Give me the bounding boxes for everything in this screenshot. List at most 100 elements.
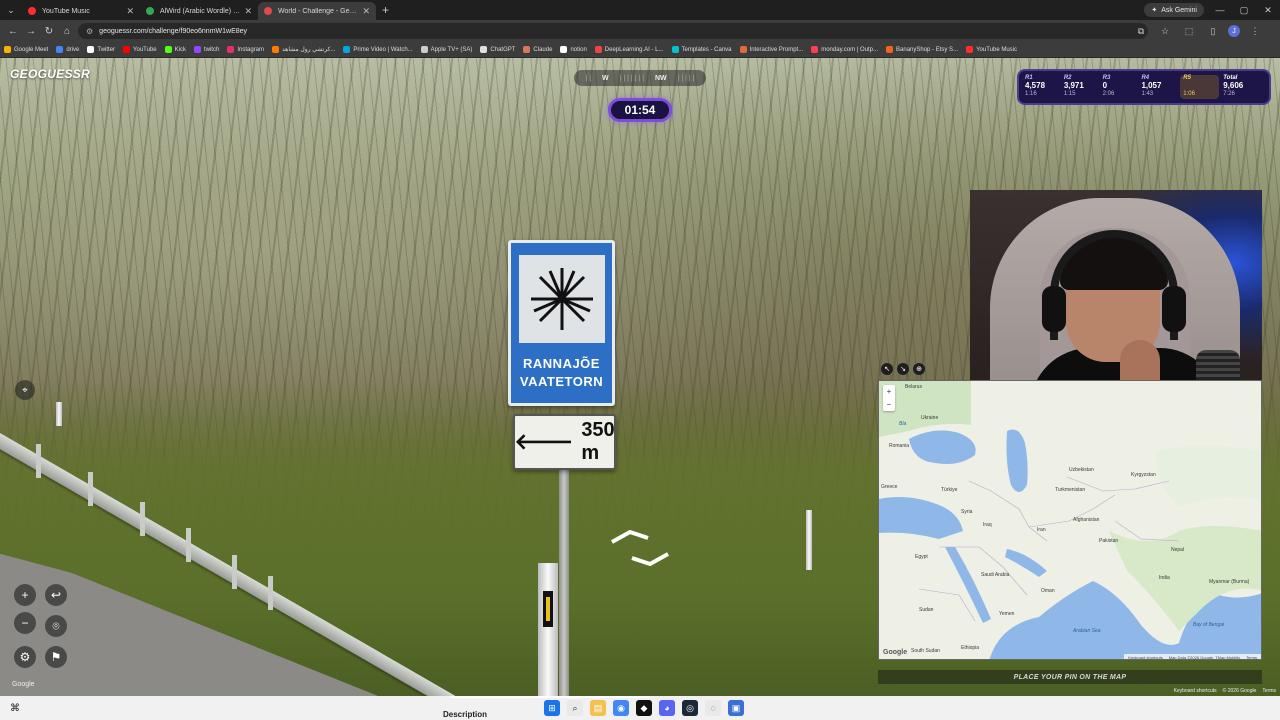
bookmark-label: ChatGPT bbox=[490, 46, 516, 53]
bookmark-item[interactable]: twitch bbox=[193, 46, 219, 53]
tab-close-icon[interactable]: ✕ bbox=[126, 6, 134, 17]
profile-avatar[interactable]: J bbox=[1228, 25, 1240, 37]
install-app-icon[interactable]: ⧉ bbox=[1132, 22, 1150, 40]
bookmark-item[interactable]: Apple TV+ (SA) bbox=[420, 46, 472, 53]
bookmark-item[interactable]: drive bbox=[56, 46, 79, 53]
sidebar-icon[interactable]: ▯ bbox=[1204, 22, 1222, 40]
menu-icon[interactable]: ⋮ bbox=[1246, 22, 1264, 40]
map-country-label: Romania bbox=[889, 443, 910, 449]
bookmark-star-icon[interactable]: ☆ bbox=[1156, 22, 1174, 40]
bookmark-label: Twitter bbox=[97, 46, 116, 53]
tab-favicon-icon bbox=[264, 7, 272, 15]
loading-icon[interactable]: ◌ bbox=[705, 700, 721, 716]
round-time: 2:06 bbox=[1102, 91, 1115, 97]
move-forward-arrow-icon[interactable] bbox=[608, 528, 672, 568]
ask-gemini-button[interactable]: ✦ Ask Gemini bbox=[1144, 3, 1204, 17]
bookmark-item[interactable]: DeepLearning.AI - L... bbox=[594, 46, 664, 53]
new-tab-button[interactable]: + bbox=[382, 3, 389, 17]
return-to-start-icon[interactable]: ⌾ bbox=[45, 615, 67, 637]
bookmark-item[interactable]: Prime Video | Watch... bbox=[343, 46, 413, 53]
map-country-label: Arabian Sea bbox=[1073, 628, 1101, 634]
bookmark-item[interactable]: كرتشي رول مشاهد... bbox=[272, 46, 335, 53]
map-zoom-in-button[interactable]: + bbox=[887, 387, 892, 396]
enlarge-map-icon[interactable]: ↖ bbox=[881, 363, 893, 375]
pin-map-icon[interactable]: ⊕ bbox=[913, 363, 925, 375]
close-icon[interactable]: ✕ bbox=[1256, 0, 1280, 20]
geoguessr-logo[interactable]: GEOGUESSR bbox=[10, 67, 90, 81]
site-info-icon[interactable]: ⚙ bbox=[86, 27, 93, 36]
guess-map[interactable]: + − Belarus Ukraine Romania Greece Türkiye Sy… bbox=[878, 380, 1262, 660]
map-keyboard-shortcuts-link[interactable]: Keyboard shortcuts bbox=[1128, 655, 1162, 659]
streamlabs-icon[interactable]: ⌘ bbox=[8, 701, 22, 715]
map-zoom-out-button[interactable]: − bbox=[887, 400, 892, 409]
chrome-icon[interactable]: ◉ bbox=[613, 700, 629, 716]
file-explorer-icon[interactable]: ▤ bbox=[590, 700, 606, 716]
bookmark-item[interactable]: notion bbox=[560, 46, 587, 53]
arrow-left-icon: 🡐 bbox=[514, 429, 574, 454]
maximize-icon[interactable]: ▢ bbox=[1232, 0, 1256, 20]
map-terms-link[interactable]: Terms bbox=[1246, 655, 1257, 659]
bookmark-item[interactable]: BananyShop - Etsy S... bbox=[886, 46, 958, 53]
shrink-map-icon[interactable]: ↘ bbox=[897, 363, 909, 375]
bookmark-favicon-icon bbox=[227, 46, 235, 53]
address-bar[interactable]: ⚙ geoguessr.com/challenge/f90eo6nnmW1wE8… bbox=[78, 23, 1148, 39]
bookmark-favicon-icon bbox=[193, 46, 201, 53]
home-icon[interactable]: ⌂ bbox=[58, 22, 76, 40]
app-icon[interactable]: ◆ bbox=[636, 700, 652, 716]
flag-icon[interactable]: ⚑ bbox=[45, 646, 67, 668]
settings-gear-icon[interactable]: ⚙ bbox=[14, 646, 36, 668]
bookmark-item[interactable]: YouTube bbox=[123, 46, 157, 53]
bookmark-item[interactable]: Google Meet bbox=[4, 46, 48, 53]
extensions-icon[interactable]: ⬚ bbox=[1180, 22, 1198, 40]
location-pin-icon[interactable]: ⌖ bbox=[15, 380, 35, 400]
bookmark-item[interactable]: Interactive Prompt... bbox=[739, 46, 803, 53]
undo-move-icon[interactable]: ↩ bbox=[45, 584, 67, 606]
bookmark-label: Claude bbox=[533, 46, 553, 53]
keyboard-shortcuts-link[interactable]: Keyboard shortcuts bbox=[1174, 688, 1217, 694]
round-time: 1:16 bbox=[1025, 91, 1037, 97]
bookmark-item[interactable]: Kick bbox=[164, 46, 186, 53]
google-map-logo: Google bbox=[883, 649, 908, 656]
bookmark-item[interactable]: ChatGPT bbox=[480, 46, 515, 53]
round-score: R2 3,971 1:15 bbox=[1064, 75, 1103, 99]
reload-icon[interactable]: ↻ bbox=[40, 22, 58, 40]
windows-start-icon[interactable]: ⊞ bbox=[544, 700, 560, 716]
browser-tab[interactable]: World - Challenge - GeoGu ✕ bbox=[258, 2, 376, 20]
steam-icon[interactable]: ◎ bbox=[682, 700, 698, 716]
zoom-out-button[interactable]: − bbox=[14, 612, 36, 634]
bookmark-label: Google Meet bbox=[14, 46, 49, 53]
bookmark-favicon-icon bbox=[560, 46, 568, 53]
tab-close-icon[interactable]: ✕ bbox=[244, 6, 252, 17]
terms-link[interactable]: Terms bbox=[1262, 688, 1276, 694]
sign-pole bbox=[559, 463, 569, 696]
map-country-label: Yemen bbox=[999, 611, 1015, 617]
back-icon[interactable]: ← bbox=[4, 22, 22, 40]
tower-symbol-icon bbox=[519, 255, 605, 343]
bookmark-item[interactable]: Claude bbox=[523, 46, 552, 53]
minimize-icon[interactable]: — bbox=[1208, 0, 1232, 20]
browser-toolbar: ← → ↻ ⌂ ⚙ geoguessr.com/challenge/f90eo6… bbox=[0, 20, 1280, 42]
zoom-in-button[interactable]: + bbox=[14, 584, 36, 606]
forward-icon[interactable]: → bbox=[22, 22, 40, 40]
tab-close-icon[interactable]: ✕ bbox=[362, 6, 370, 17]
bookmark-item[interactable]: Templates - Canva bbox=[671, 46, 732, 53]
bookmark-item[interactable]: YouTube Music bbox=[966, 46, 1017, 53]
map-country-label: Afghanistan bbox=[1073, 517, 1100, 523]
bookmark-label: Templates - Canva bbox=[681, 46, 732, 53]
place-pin-button[interactable]: PLACE YOUR PIN ON THE MAP bbox=[878, 670, 1262, 684]
bookmark-item[interactable]: Instagram bbox=[227, 46, 264, 53]
round-points: 4,578 bbox=[1025, 81, 1046, 90]
round-time: 1:06 bbox=[1183, 91, 1195, 97]
bookmark-item[interactable]: Twitter bbox=[87, 46, 115, 53]
total-time: 7:26 bbox=[1223, 91, 1235, 97]
app-window-icon[interactable]: ▣ bbox=[728, 700, 744, 716]
browser-tab[interactable]: AlWird (Arabic Wordle) - الورد✕ bbox=[140, 2, 258, 20]
browser-tab[interactable]: YouTube Music ✕ bbox=[22, 2, 140, 20]
guard-rail-post bbox=[268, 576, 273, 610]
browser-tab-bar: ⌄ YouTube Music ✕ AlWird (Arabic Wordle) -… bbox=[0, 0, 1280, 20]
bookmark-item[interactable]: monday.com | Outp... bbox=[811, 46, 878, 53]
bookmark-favicon-icon bbox=[87, 46, 95, 53]
tab-search-icon[interactable]: ⌄ bbox=[0, 0, 22, 20]
search-icon[interactable]: ⌕ bbox=[567, 700, 583, 716]
discord-icon[interactable]: ◕ bbox=[659, 700, 675, 716]
